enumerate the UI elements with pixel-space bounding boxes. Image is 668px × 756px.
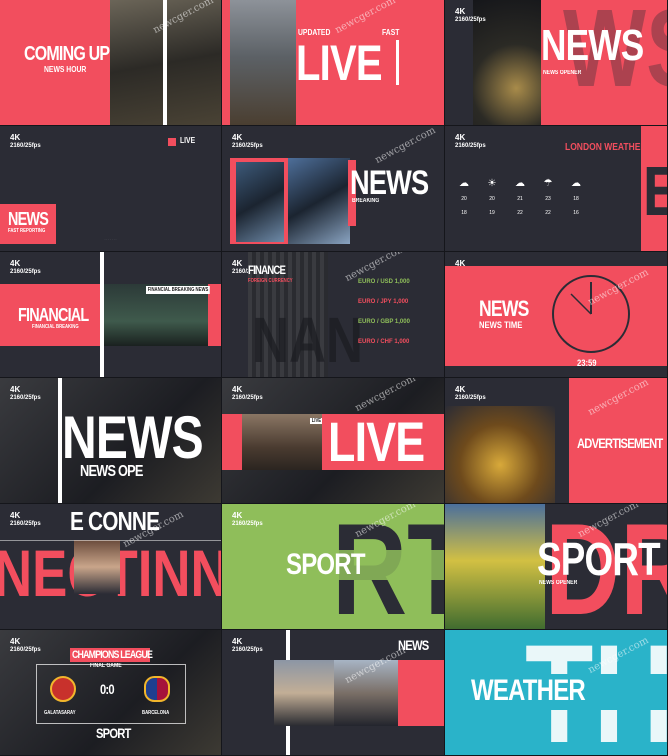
tile-financial[interactable]: 4K 2160/25fps FINANCIAL BREAKING NEWS FIN… (0, 252, 222, 378)
tile-subtitle: NEWS TIME (479, 320, 523, 330)
tile-title: NEWS (8, 209, 49, 229)
temps-high: 20 20 21 23 18 (461, 196, 579, 202)
tile-subtitle: NEWS OPENER (539, 580, 578, 586)
tag-4k: 4K2160/25fps (10, 259, 41, 275)
tile-title: NEWS (62, 404, 204, 471)
tile-subtitle: FOREIGN CURRENCY (248, 278, 293, 284)
tile-title: SPORT (537, 533, 661, 585)
team-a: GALATASARAY (44, 710, 76, 716)
rain-icon: ☂ (543, 178, 553, 189)
tile-advertisement[interactable]: 4K 2160/25fps ADVERTISEMENT newcger.com (445, 378, 668, 504)
tag-4k: 4K2160/25fps (455, 7, 486, 23)
tile-title: SPORT (286, 548, 365, 581)
tile-news-ope[interactable]: 4K 2160/25fps NEWS NEWS OPE (0, 378, 222, 504)
tag-4k: 4K2160/25fps (232, 385, 263, 401)
tile-sport-1[interactable]: 4K2160/25fps RT SPORT newcger.com (222, 504, 445, 630)
tag-4k: 4K2160/25fps (455, 385, 486, 401)
sun-icon: ☀ (487, 178, 497, 189)
weather-icons: ☁ ☀ ☁ ☂ ☁ (457, 178, 583, 189)
watermark: newcger.com (373, 126, 438, 167)
tile-subtitle: NEWS OPENER (543, 70, 582, 76)
tag-4k: 4K2160/25fps (10, 637, 41, 653)
tile-connect[interactable]: 4K2160/25fps NECTINNEC E CONNE newcger.c… (0, 504, 222, 630)
galatasaray-crest-icon (50, 676, 76, 702)
tile-news-opener[interactable]: WS 4K2160/25fps NEWS NEWS OPENER (445, 0, 668, 126)
tile-subtitle: NEWS OPE (80, 463, 143, 480)
rate-jpy: EURO / JPY 1,000 (358, 299, 409, 305)
rate-gbp: EURO / GBP 1,000 (358, 319, 410, 325)
tile-title: NEWS (541, 21, 644, 70)
tile-live-2[interactable]: 4K 2160/25fps LIVE LIVE newcger.com (222, 378, 445, 504)
rate-usd: EURO / USD 1,000 (358, 279, 410, 285)
tag-4k: 4K2160/25fps (232, 133, 263, 149)
tile-title: WEATHER (471, 674, 586, 707)
template-grid: COMING UP NEWS HOUR newcger.com UPDATED … (0, 0, 668, 756)
tile-title: COMING UP (24, 43, 110, 65)
red-panel (398, 660, 444, 726)
stadium-photo (445, 504, 545, 629)
tile-news-fast[interactable]: 4K 2160/25fps LIVE NEWS FAST REPORTING · … (0, 126, 222, 252)
tile-weather[interactable]: TH WEATHER newcger.com (445, 630, 668, 756)
presenter-photo (74, 540, 120, 594)
score: 0:0 (100, 681, 115, 697)
tile-title: LIVE (296, 35, 383, 91)
tag-4k: 4K2160/25fps (232, 637, 263, 653)
tile-title: FINANCE (248, 263, 286, 277)
coast-photo (230, 0, 296, 125)
tile-champions[interactable]: 4K 2160/25fps CHAMPIONS LEAGUE FINAL GAME… (0, 630, 222, 756)
tile-subtitle: NEWS HOUR (44, 65, 87, 74)
flowers-photo (445, 406, 555, 503)
tile-sport-2[interactable]: DR SPORT NEWS OPENER newcger.com (445, 504, 668, 630)
rate-chf: EURO / CHF 1,000 (358, 339, 410, 345)
woman-photo (274, 660, 334, 726)
tile-interview[interactable]: 4K 2160/25fps NEWS newcger.com (222, 630, 445, 756)
live-dot (168, 138, 176, 146)
temps-low: 18 19 22 22 16 (461, 210, 579, 216)
tile-title: NEWS (479, 296, 529, 321)
tag-4k: 4K2160/25fps (455, 133, 486, 149)
tile-london-weather[interactable]: 4K2160/25fps EA LONDON WEATHER ☁ ☀ ☁ ☂ ☁… (445, 126, 668, 252)
divider-line (396, 40, 399, 85)
storm-photo (236, 162, 284, 242)
cloud-icon: ☁ (571, 178, 581, 189)
tile-finance-currency[interactable]: 4K2160/25fps NAN FINANCE FOREIGN CURRENC… (222, 252, 445, 378)
tile-title: NEWS (350, 164, 429, 202)
tile-title: LONDON WEATHER (565, 142, 647, 153)
divider-line (100, 252, 104, 377)
tile-subtitle: BREAKING (352, 198, 380, 204)
tile-title: CHAMPIONS LEAGUE (72, 649, 153, 661)
tile-title: ADVERTISEMENT (577, 435, 663, 451)
tag-4k: 4K2160/25fps (10, 511, 41, 527)
barcelona-crest-icon (144, 676, 170, 702)
live-badge: LIVE (310, 418, 323, 424)
cloud-icon: ☁ (515, 178, 525, 189)
tile-subtitle: FINANCIAL BREAKING (32, 324, 79, 330)
tile-subtitle: FAST REPORTING (8, 228, 46, 234)
team-b: BARCELONA (142, 710, 170, 716)
header-label: FINANCIAL BREAKING NEWS (146, 286, 211, 294)
watermark: newcger.com (353, 378, 418, 415)
storm-photo-2 (288, 158, 350, 244)
live-label: LIVE (180, 136, 196, 145)
tag-4k: 4K2160/25fps (10, 133, 41, 149)
clock-readout: 23:59 (577, 358, 597, 368)
tile-coming-up[interactable]: COMING UP NEWS HOUR newcger.com (0, 0, 222, 126)
tile-title: FINANCIAL (18, 305, 89, 325)
tag-4k: 4K2160/25fps (10, 385, 41, 401)
tile-title: LIVE (328, 410, 425, 473)
tag-4k: 4K2160/25fps (232, 511, 263, 527)
footer-label: SPORT (96, 725, 131, 741)
red-panel-2 (208, 284, 221, 346)
tile-live-1[interactable]: UPDATED FAST LIVE newcger.com (222, 0, 445, 126)
tile-news-breaking[interactable]: 4K 2160/25fps NEWS BREAKING newcger.com (222, 126, 445, 252)
cloud-sun-icon: ☁ (459, 178, 469, 189)
red-bar (222, 414, 242, 470)
fast-label: FAST (382, 28, 400, 37)
tile-news-time[interactable]: 4K2160/25fps NEWS NEWS TIME 23:59 newcge… (445, 252, 668, 378)
